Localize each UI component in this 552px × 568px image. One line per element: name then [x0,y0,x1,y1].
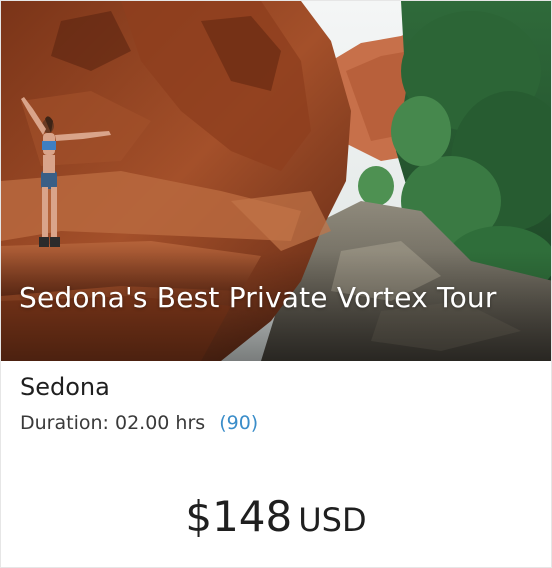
price-row: $148 USD [1,491,551,546]
tour-meta: Duration: 02.00 hrs (90) [20,411,531,435]
tour-info: Sedona Duration: 02.00 hrs (90) [20,371,531,435]
tour-photo[interactable]: Sedona's Best Private Vortex Tour [1,1,551,361]
price-currency: USD [298,501,367,539]
review-count-link[interactable]: (90) [219,412,258,434]
duration-value: 02.00 hrs [114,412,206,434]
duration-label: Duration: [20,412,109,434]
tour-title[interactable]: Sedona's Best Private Vortex Tour [19,280,513,316]
tour-price: $148 [185,492,293,541]
tour-location: Sedona [20,373,110,401]
tour-card[interactable]: Sedona's Best Private Vortex Tour Sedona… [0,0,552,568]
